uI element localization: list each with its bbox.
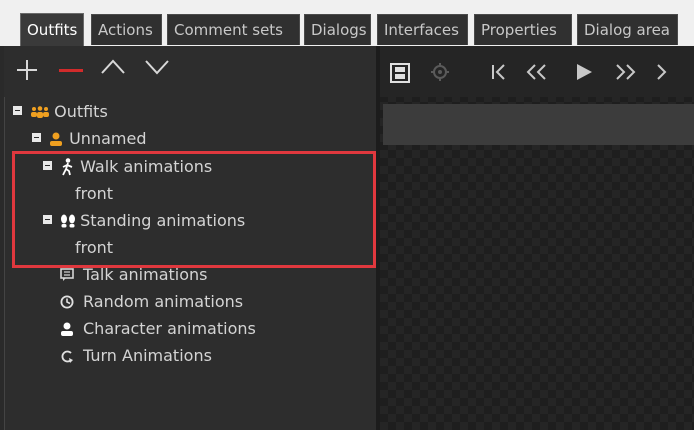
clock-icon — [60, 295, 74, 308]
rewind-icon[interactable] — [524, 62, 550, 82]
tree-label: front — [75, 184, 114, 203]
tree-label: Unnamed — [69, 129, 147, 148]
tab-interfaces[interactable]: Interfaces — [377, 14, 468, 45]
tree-item-standing-front[interactable]: front — [75, 236, 113, 260]
tree-item-turn-animations[interactable]: Turn Animations — [60, 344, 212, 368]
speech-bubble-icon — [60, 267, 74, 281]
tree-item-standing-animations[interactable]: Standing animations — [43, 209, 245, 233]
gear-icon[interactable] — [430, 62, 450, 82]
skip-first-icon[interactable] — [490, 62, 510, 82]
group-icon — [31, 105, 50, 118]
tree-label: Turn Animations — [83, 346, 212, 365]
skip-last-icon[interactable] — [654, 62, 674, 82]
tree-label: front — [75, 238, 114, 257]
timeline-strip[interactable] — [383, 104, 694, 145]
tree-label: Outfits — [54, 102, 108, 121]
chevron-up-icon[interactable] — [100, 56, 126, 78]
play-icon[interactable] — [574, 62, 594, 82]
tree-toolbar — [4, 46, 376, 97]
tree-label: Walk animations — [80, 157, 213, 176]
collapse-icon[interactable] — [32, 133, 41, 142]
person-icon — [61, 322, 73, 336]
footprints-icon — [61, 214, 76, 227]
person-icon — [50, 132, 63, 146]
tree-label: Talk animations — [83, 265, 208, 284]
tree-item-random-animations[interactable]: Random animations — [60, 290, 243, 314]
collapse-icon[interactable] — [13, 106, 22, 115]
tab-comment-sets[interactable]: Comment sets — [167, 14, 300, 45]
tree-label: Character animations — [83, 319, 256, 338]
tab-dialogs[interactable]: Dialogs — [304, 14, 371, 45]
tree-item-character-animations[interactable]: Character animations — [60, 317, 256, 341]
tab-actions[interactable]: Actions — [91, 14, 162, 45]
tree-item-walk-animations[interactable]: Walk animations — [43, 155, 212, 179]
plus-icon[interactable] — [16, 59, 38, 81]
film-icon[interactable] — [390, 63, 410, 83]
tree-label: Random animations — [83, 292, 244, 311]
tree-item-talk-animations[interactable]: Talk animations — [60, 265, 208, 287]
chevron-down-icon[interactable] — [144, 56, 170, 78]
minus-icon[interactable] — [58, 59, 84, 81]
tree-item-unnamed[interactable]: Unnamed — [32, 127, 146, 151]
collapse-icon[interactable] — [43, 215, 52, 224]
collapse-icon[interactable] — [43, 161, 52, 170]
walking-person-icon — [62, 157, 73, 175]
tree-label: Standing animations — [80, 211, 246, 230]
playback-toolbar — [376, 46, 694, 97]
turn-arrow-icon — [61, 350, 73, 363]
tree-item-outfits[interactable]: Outfits — [13, 100, 108, 124]
tree-item-walk-front[interactable]: front — [75, 182, 113, 206]
tab-properties[interactable]: Properties — [474, 14, 572, 45]
tab-outfits[interactable]: Outfits — [20, 13, 84, 46]
fast-forward-icon[interactable] — [612, 62, 638, 82]
tab-dialog-area[interactable]: Dialog area — [577, 14, 678, 45]
tab-bar: Outfits Actions Comment sets Dialogs Int… — [0, 0, 694, 46]
